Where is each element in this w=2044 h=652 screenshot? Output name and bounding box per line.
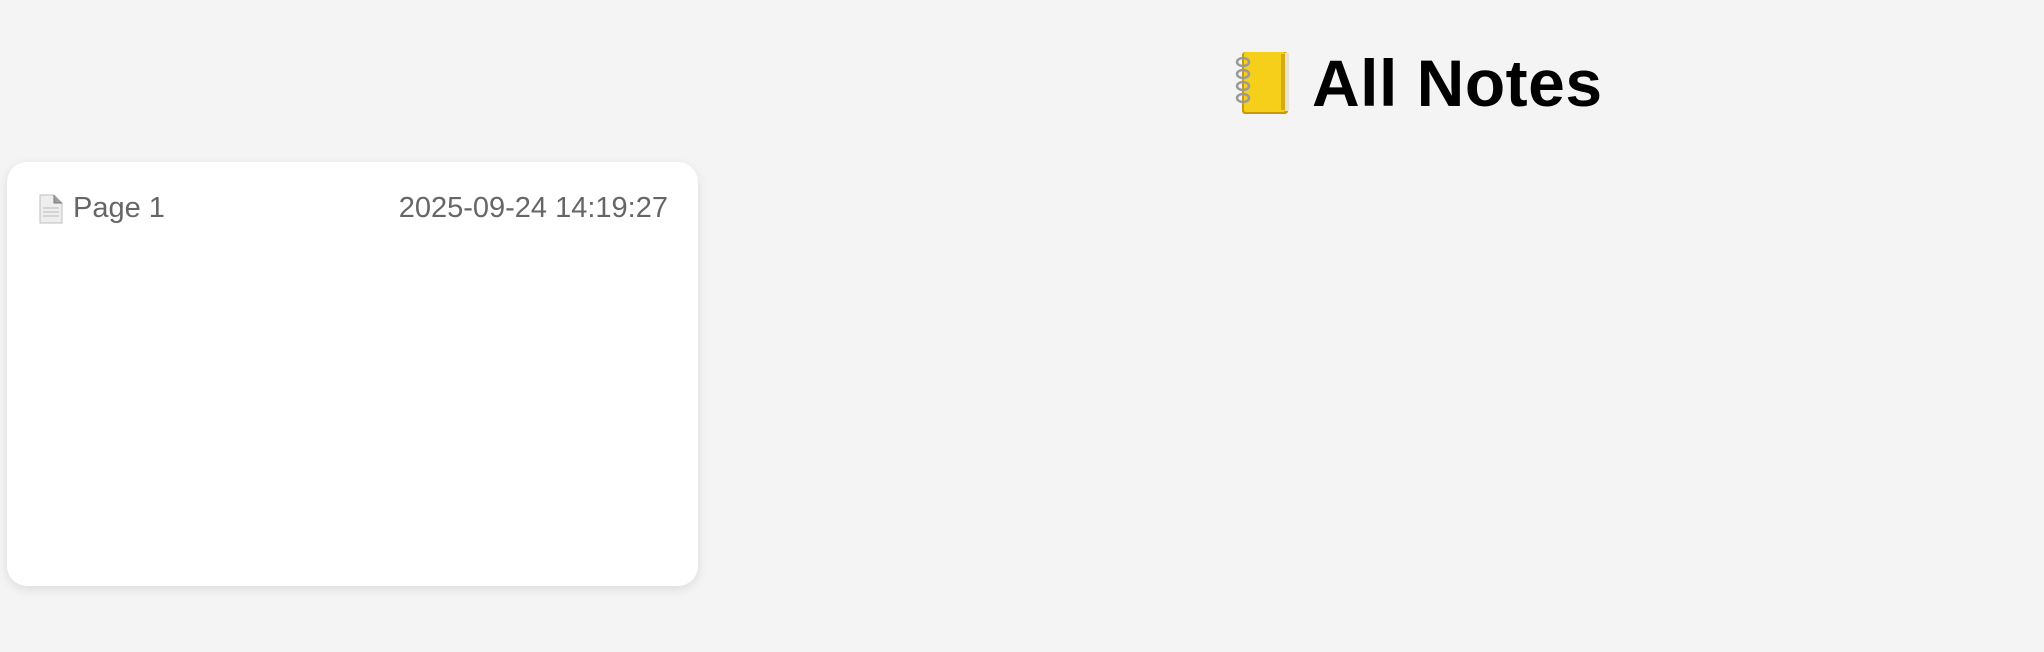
- notebook-icon: [1234, 50, 1292, 116]
- note-card[interactable]: Page 1 2025-09-24 14:19:27: [7, 162, 698, 586]
- note-card-header: Page 1 2025-09-24 14:19:27: [39, 192, 668, 225]
- note-title: Page 1: [73, 192, 165, 224]
- page-header: All Notes: [1234, 46, 1603, 120]
- page-icon: [39, 194, 63, 224]
- note-timestamp: 2025-09-24 14:19:27: [398, 192, 668, 224]
- page-title: All Notes: [1312, 46, 1603, 120]
- note-title-group: Page 1: [39, 192, 165, 225]
